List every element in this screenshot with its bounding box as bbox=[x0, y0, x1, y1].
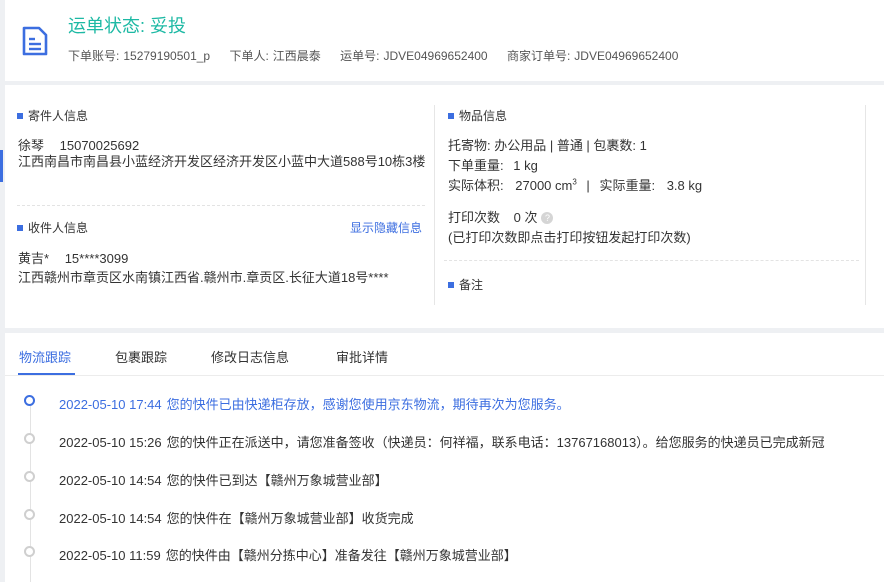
waybill-value: JDVE04969652400 bbox=[383, 49, 488, 63]
waybill-status: 运单状态: 妥投 bbox=[68, 12, 186, 38]
timeline-item: 2022-05-10 14:54 您的快件在【赣州万象城营业部】收货完成 bbox=[59, 508, 414, 527]
status-value: 妥投 bbox=[150, 16, 187, 36]
actual-weight-value: 3.8 kg bbox=[666, 178, 703, 193]
merchant-order-value: JDVE04969652400 bbox=[574, 49, 679, 63]
timeline-time: 2022-05-10 14:54 bbox=[59, 511, 162, 526]
timeline-text: 您的快件由【赣州分拣中心】准备发往【赣州万象城营业部】 bbox=[165, 548, 517, 563]
actual-weight-label: 实际重量: bbox=[599, 178, 656, 193]
orderer-label: 下单人: bbox=[229, 49, 269, 63]
recipient-phone: 15****3099 bbox=[64, 251, 129, 266]
tracking-tabs: 物流跟踪 包裹跟踪 修改日志信息 审批详情 bbox=[5, 333, 884, 376]
volume-value: 27000 cm bbox=[515, 178, 573, 193]
timeline-item: 2022-05-10 11:59 您的快件由【赣州分拣中心】准备发往【赣州万象城营… bbox=[59, 545, 517, 564]
waybill-label: 运单号: bbox=[340, 49, 380, 63]
sender-contact: 徐琴 15070025692 bbox=[18, 135, 139, 154]
actual-volume-weight: 实际体积: 27000 cm3 | 实际重量: 3.8 kg bbox=[448, 175, 702, 194]
document-icon bbox=[22, 26, 48, 56]
tab-package-tracking[interactable]: 包裹跟踪 bbox=[115, 347, 167, 366]
recipient-section-title: 收件人信息 bbox=[17, 219, 88, 236]
print-count-label: 打印次数 bbox=[448, 210, 501, 225]
timeline-dot bbox=[24, 395, 35, 406]
remarks-section-title: 备注 bbox=[448, 276, 483, 293]
sender-address: 江西南昌市南昌县小蓝经济开发区经济开发区小蓝中大道588号10栋3楼 bbox=[18, 154, 426, 169]
order-weight-value: 1 kg bbox=[513, 158, 538, 173]
timeline-item: 2022-05-10 17:44 您的快件已由快递柜存放，感谢您使用京东物流，期待… bbox=[59, 394, 570, 413]
order-weight: 下单重量: 1 kg bbox=[448, 155, 538, 174]
recipient-address: 江西赣州市章贡区水南镇江西省.赣州市.章贡区.长征大道18号**** bbox=[18, 270, 389, 285]
merchant-order-label: 商家订单号: bbox=[506, 49, 571, 63]
timeline-time: 2022-05-10 15:26 bbox=[59, 435, 162, 450]
order-weight-label: 下单重量: bbox=[448, 158, 504, 173]
orderer-value: 江西晨泰 bbox=[272, 49, 321, 63]
volume-unit-sup: 3 bbox=[572, 177, 577, 187]
timeline-text: 您的快件在【赣州万象城营业部】收货完成 bbox=[166, 511, 414, 526]
waybill-header: 运单状态: 妥投 下单账号: 15279190501_p 下单人: 江西晨泰 运单号… bbox=[5, 0, 884, 81]
column-divider bbox=[865, 105, 866, 305]
help-icon[interactable]: ? bbox=[541, 212, 554, 224]
toggle-hidden-info-link[interactable]: 显示隐藏信息 bbox=[350, 219, 422, 236]
column-divider bbox=[434, 105, 435, 305]
volume-separator: | bbox=[586, 178, 590, 193]
recipient-contact: 黄吉* 15****3099 bbox=[18, 248, 128, 267]
volume-label: 实际体积: bbox=[448, 178, 504, 193]
active-tab-indicator bbox=[18, 373, 75, 375]
order-info-panel: 寄件人信息 徐琴 15070025692 江西南昌市南昌县小蓝经济开发区经济开发… bbox=[5, 85, 884, 328]
timeline-text: 您的快件正在派送中，请您准备签收（快递员：何祥福，联系电话：1376716801… bbox=[166, 435, 825, 450]
sender-name: 徐琴 bbox=[18, 138, 45, 153]
print-count: 打印次数 0 次? bbox=[448, 207, 554, 226]
account-value: 15279190501_p bbox=[123, 49, 211, 63]
tab-modify-log[interactable]: 修改日志信息 bbox=[211, 347, 289, 366]
timeline-dot bbox=[24, 509, 35, 520]
timeline-dot bbox=[24, 546, 35, 557]
timeline-text: 您的快件已由快递柜存放，感谢您使用京东物流，期待再次为您服务。 bbox=[166, 397, 570, 412]
tab-approval-details[interactable]: 审批详情 bbox=[336, 347, 388, 366]
timeline-dot bbox=[24, 471, 35, 482]
print-count-note: (已打印次数即点击打印按钮发起打印次数) bbox=[448, 230, 691, 245]
account-label: 下单账号: bbox=[68, 49, 120, 63]
side-collapse-handle[interactable] bbox=[0, 150, 3, 182]
sender-section-title: 寄件人信息 bbox=[17, 107, 88, 124]
timeline-time: 2022-05-10 11:59 bbox=[59, 548, 161, 563]
waybill-meta: 下单账号: 15279190501_p 下单人: 江西晨泰 运单号: JDVE0496… bbox=[68, 47, 678, 64]
tab-logistics-tracking[interactable]: 物流跟踪 bbox=[19, 347, 71, 366]
timeline-text: 您的快件已到达【赣州万象城营业部】 bbox=[166, 473, 388, 488]
timeline-time: 2022-05-10 14:54 bbox=[59, 473, 162, 488]
print-count-value: 0 次 bbox=[513, 210, 538, 225]
status-label: 运单状态: bbox=[68, 16, 146, 36]
timeline-item: 2022-05-10 15:26 您的快件正在派送中，请您准备签收（快递员：何祥福… bbox=[59, 432, 825, 451]
section-divider bbox=[17, 205, 425, 207]
goods-summary: 托寄物: 办公用品 | 普通 | 包裹数: 1 bbox=[448, 138, 647, 153]
recipient-name: 黄吉* bbox=[18, 251, 50, 266]
tracking-panel: 物流跟踪 包裹跟踪 修改日志信息 审批详情 2022-05-10 17:44 您的… bbox=[5, 333, 884, 582]
timeline-dot bbox=[24, 433, 35, 444]
section-divider bbox=[444, 260, 859, 262]
timeline-item: 2022-05-10 14:54 您的快件已到达【赣州万象城营业部】 bbox=[59, 470, 388, 489]
timeline-time: 2022-05-10 17:44 bbox=[59, 397, 162, 412]
sender-phone: 15070025692 bbox=[59, 138, 140, 153]
goods-section-title: 物品信息 bbox=[448, 107, 507, 124]
